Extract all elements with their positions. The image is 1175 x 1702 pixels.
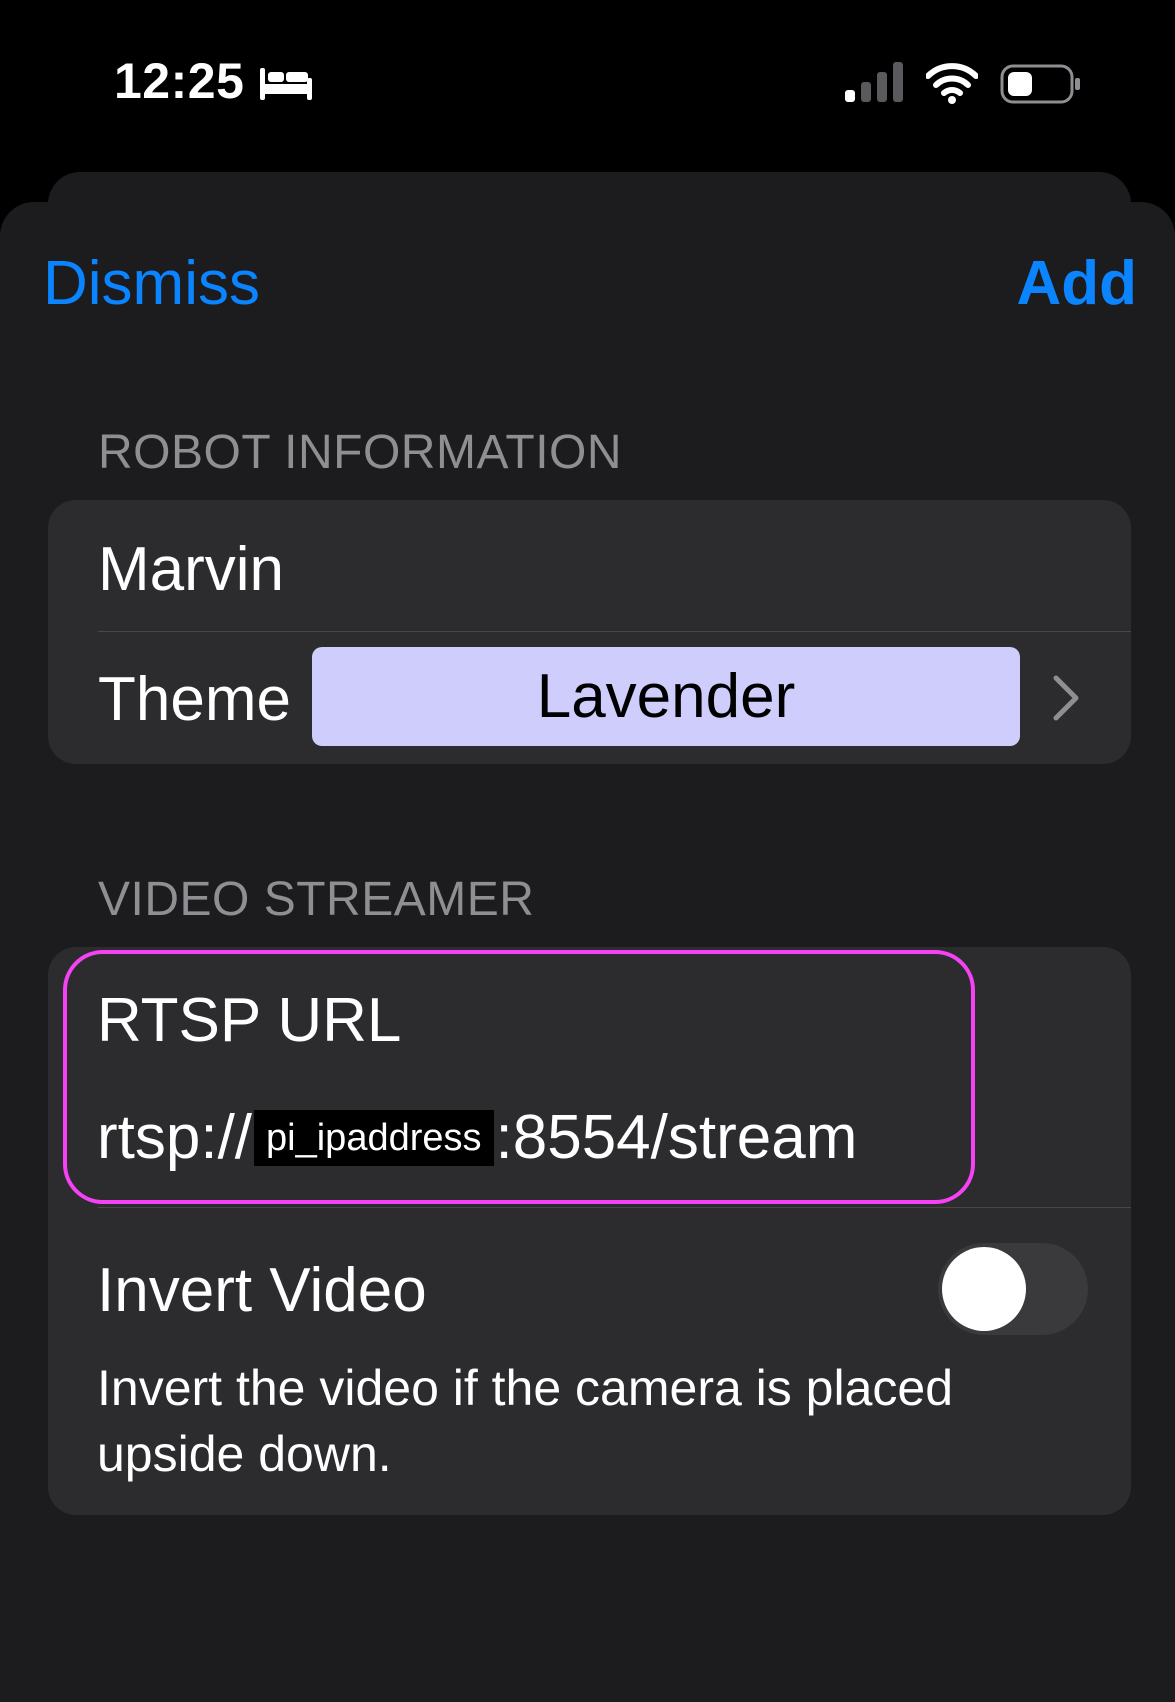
theme-label: Theme: [98, 665, 291, 734]
separator: [98, 631, 1131, 632]
video-streamer-header: VIDEO STREAMER: [98, 873, 535, 926]
bed-icon: [260, 68, 312, 100]
dismiss-button[interactable]: Dismiss: [43, 248, 260, 319]
signal-icon: [845, 62, 903, 102]
invert-video-label: Invert Video: [97, 1256, 427, 1325]
separator: [98, 1207, 1131, 1208]
invert-video-toggle[interactable]: [938, 1243, 1088, 1335]
rtsp-prefix: rtsp://: [97, 1103, 253, 1172]
theme-picker[interactable]: Lavender: [312, 647, 1020, 746]
invert-video-footnote: Invert the video if the camera is placed…: [97, 1360, 954, 1482]
chevron-right-icon[interactable]: [1051, 674, 1081, 722]
theme-value: Lavender: [536, 662, 796, 731]
robot-name-field[interactable]: Marvin: [98, 534, 284, 605]
redacted-ip-address: pi_ipaddress: [254, 1109, 494, 1166]
rtsp-url-field[interactable]: rtsp:// pi_ipaddress :8554/stream: [97, 1102, 857, 1173]
add-button[interactable]: Add: [1016, 248, 1137, 319]
rtsp-url-label: RTSP URL: [97, 986, 402, 1055]
battery-icon: [1000, 64, 1080, 104]
robot-information-group: Marvin Theme Lavender: [48, 500, 1131, 764]
robot-information-header: ROBOT INFORMATION: [98, 426, 623, 479]
status-time: 12:25: [114, 53, 245, 109]
toggle-knob: [942, 1247, 1026, 1331]
status-bar: 12:25: [0, 0, 1175, 170]
rtsp-suffix: :8554/stream: [495, 1103, 858, 1172]
wifi-icon: [926, 63, 978, 104]
